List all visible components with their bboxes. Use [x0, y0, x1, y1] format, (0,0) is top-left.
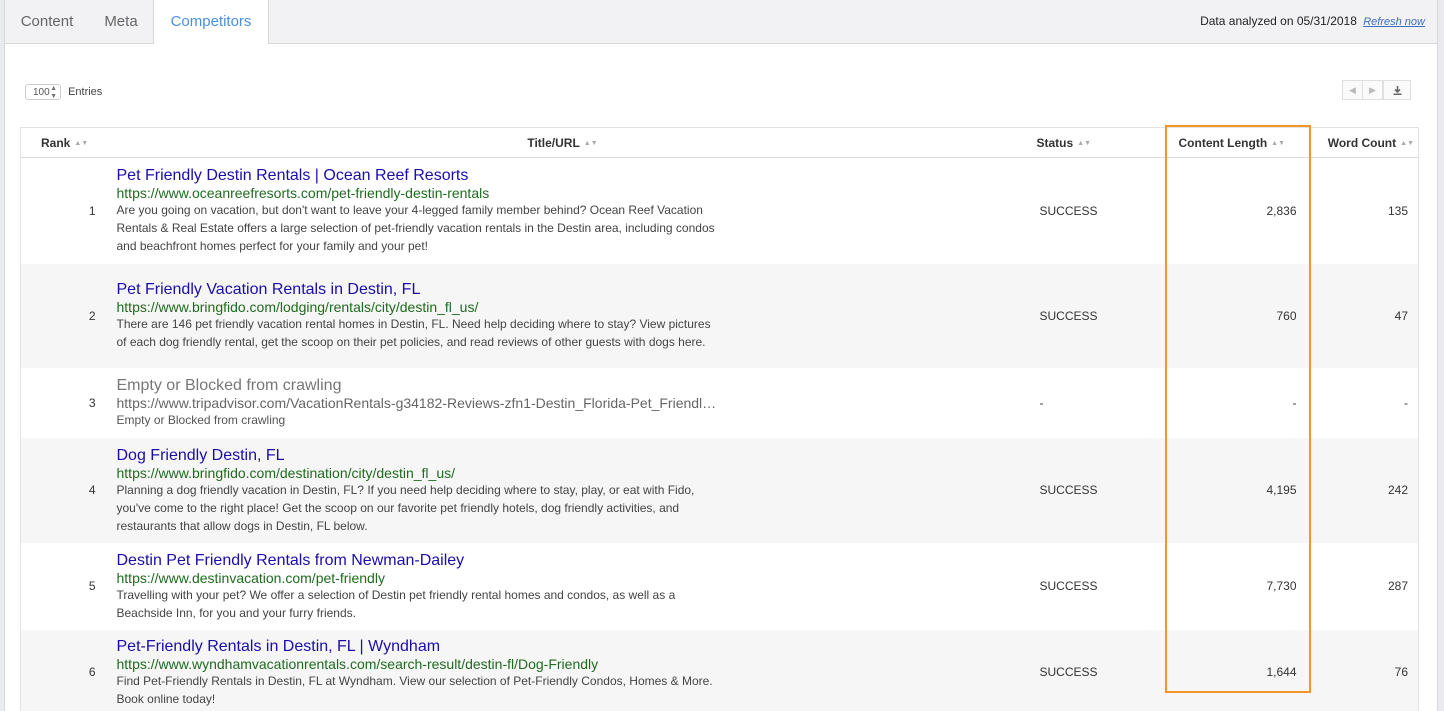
- column-header-label: Word Count: [1327, 135, 1397, 150]
- entries-label: Entries: [68, 86, 103, 98]
- result-title-link[interactable]: Pet Friendly Vacation Rentals in Destin,…: [117, 280, 1013, 299]
- tab-competitors[interactable]: Competitors: [153, 0, 269, 44]
- result-title-link[interactable]: Pet Friendly Destin Rentals | Ocean Reef…: [117, 166, 1013, 185]
- status-cell: -: [1012, 367, 1163, 438]
- result-title-link[interactable]: Pet-Friendly Rentals in Destin, FL | Wyn…: [117, 637, 1013, 656]
- word-count-cell: 76: [1312, 629, 1419, 711]
- rank-cell: 4: [20, 437, 113, 543]
- result-description: Are you going on vacation, but don't wan…: [116, 203, 715, 254]
- competitors-table: Rank ▲▼ Title/URL ▲▼ Status ▲▼ Content Leng…: [20, 127, 1419, 711]
- rank-cell: 6: [20, 629, 113, 711]
- table-row: 3 Empty or Blocked from crawling https:/…: [20, 367, 1419, 438]
- status-cell: SUCCESS: [1012, 263, 1163, 368]
- content-length-cell: 760: [1162, 263, 1313, 368]
- status-cell: SUCCESS: [1012, 437, 1163, 543]
- column-header-status[interactable]: Status ▲▼: [1012, 127, 1163, 158]
- table-row: 2 Pet Friendly Vacation Rentals in Desti…: [20, 263, 1419, 368]
- column-header-word-count[interactable]: Word Count ▲▼: [1312, 127, 1419, 158]
- chevron-right-icon[interactable]: ▶: [1362, 80, 1383, 100]
- result-url[interactable]: https://www.oceanreefresorts.com/pet-fri…: [117, 185, 717, 201]
- result-url[interactable]: https://www.destinvacation.com/pet-frien…: [117, 570, 717, 586]
- result-description: Travelling with your pet? We offer a sel…: [116, 587, 676, 620]
- column-header-rank[interactable]: Rank ▲▼: [20, 127, 113, 158]
- result-description: Empty or Blocked from crawling: [116, 413, 286, 427]
- status-cell: SUCCESS: [1012, 157, 1163, 264]
- status-cell: SUCCESS: [1012, 629, 1163, 711]
- download-icon[interactable]: [1383, 80, 1411, 100]
- word-count-cell: 242: [1312, 437, 1419, 543]
- table-row: 5 Destin Pet Friendly Rentals from Newma…: [20, 542, 1419, 630]
- word-count-cell: 135: [1312, 157, 1419, 264]
- tab-content[interactable]: Content: [5, 0, 89, 43]
- word-count-cell: 47: [1312, 263, 1419, 368]
- result-title: Empty or Blocked from crawling: [116, 377, 342, 394]
- result-description: Planning a dog friendly vacation in Dest…: [116, 482, 695, 533]
- word-count-cell: -: [1312, 367, 1419, 438]
- table-pager: ◀ ▶: [1342, 80, 1411, 101]
- status-cell: SUCCESS: [1012, 542, 1163, 630]
- result-url[interactable]: https://www.wyndhamvacationrentals.com/s…: [117, 656, 717, 672]
- word-count-cell: 287: [1312, 542, 1419, 630]
- content-length-cell: 4,195: [1162, 437, 1313, 543]
- rank-cell: 2: [20, 263, 113, 368]
- sort-icon: ▲▼: [583, 139, 598, 147]
- column-header-label: Content Length: [1178, 135, 1268, 150]
- entries-control: 100 ▲ ▼ Entries: [25, 84, 102, 102]
- entries-select-value: 100: [33, 87, 50, 98]
- table-header-row: Rank ▲▼ Title/URL ▲▼ Status ▲▼ Content Leng…: [20, 127, 1419, 158]
- content-length-cell: 7,730: [1162, 542, 1313, 630]
- result-description: Find Pet-Friendly Rentals in Destin, FL …: [116, 673, 713, 706]
- sort-icon: ▲▼: [1271, 139, 1286, 147]
- content-length-cell: 2,836: [1162, 157, 1313, 264]
- entries-select[interactable]: 100 ▲ ▼: [25, 84, 61, 100]
- chevron-updown-icon: ▲ ▼: [50, 85, 57, 100]
- refresh-now-link[interactable]: Refresh now: [1363, 16, 1425, 28]
- column-header-label: Rank: [41, 135, 71, 150]
- title-url-cell: Empty or Blocked from crawling https://w…: [112, 367, 1013, 438]
- column-header-content-length[interactable]: Content Length ▲▼: [1162, 127, 1313, 158]
- content-length-cell: -: [1162, 367, 1313, 438]
- tab-bar: Content Meta Competitors Data analyzed o…: [5, 0, 1437, 44]
- title-url-cell: Dog Friendly Destin, FL https://www.brin…: [112, 437, 1013, 543]
- sort-icon: ▲▼: [1077, 139, 1092, 147]
- column-header-label: Status: [1036, 135, 1074, 150]
- title-url-cell: Pet Friendly Destin Rentals | Ocean Reef…: [112, 157, 1013, 264]
- result-url[interactable]: https://www.bringfido.com/lodging/rental…: [117, 299, 717, 315]
- result-description: There are 146 pet friendly vacation rent…: [116, 317, 711, 349]
- title-url-cell: Pet Friendly Vacation Rentals in Destin,…: [112, 263, 1013, 368]
- data-analyzed-info: Data analyzed on 05/31/2018 Refresh now: [1200, 14, 1425, 28]
- result-url[interactable]: https://www.bringfido.com/destination/ci…: [117, 465, 717, 481]
- rank-cell: 3: [20, 367, 113, 438]
- table-row: 1 Pet Friendly Destin Rentals | Ocean Re…: [20, 157, 1419, 264]
- table-row: 6 Pet-Friendly Rentals in Destin, FL | W…: [20, 629, 1419, 711]
- table-row: 4 Dog Friendly Destin, FL https://www.br…: [20, 437, 1419, 543]
- data-analyzed-text: Data analyzed on 05/31/2018: [1200, 14, 1357, 28]
- result-title-link[interactable]: Destin Pet Friendly Rentals from Newman-…: [117, 551, 1013, 570]
- rank-cell: 5: [20, 542, 113, 630]
- content-length-cell: 1,644: [1162, 629, 1313, 711]
- sort-icon: ▲▼: [1400, 139, 1414, 147]
- column-header-label: Title/URL: [527, 135, 580, 150]
- title-url-cell: Pet-Friendly Rentals in Destin, FL | Wyn…: [112, 629, 1013, 711]
- column-header-title-url[interactable]: Title/URL ▲▼: [112, 127, 1013, 158]
- chevron-left-icon[interactable]: ◀: [1342, 80, 1363, 100]
- title-url-cell: Destin Pet Friendly Rentals from Newman-…: [112, 542, 1013, 630]
- rank-cell: 1: [20, 157, 113, 264]
- tab-meta[interactable]: Meta: [89, 0, 153, 43]
- sort-icon: ▲▼: [74, 139, 89, 147]
- result-title-link[interactable]: Dog Friendly Destin, FL: [117, 446, 1013, 465]
- result-url[interactable]: https://www.tripadvisor.com/VacationRent…: [117, 395, 717, 411]
- competitors-panel: Content Meta Competitors Data analyzed o…: [4, 0, 1438, 711]
